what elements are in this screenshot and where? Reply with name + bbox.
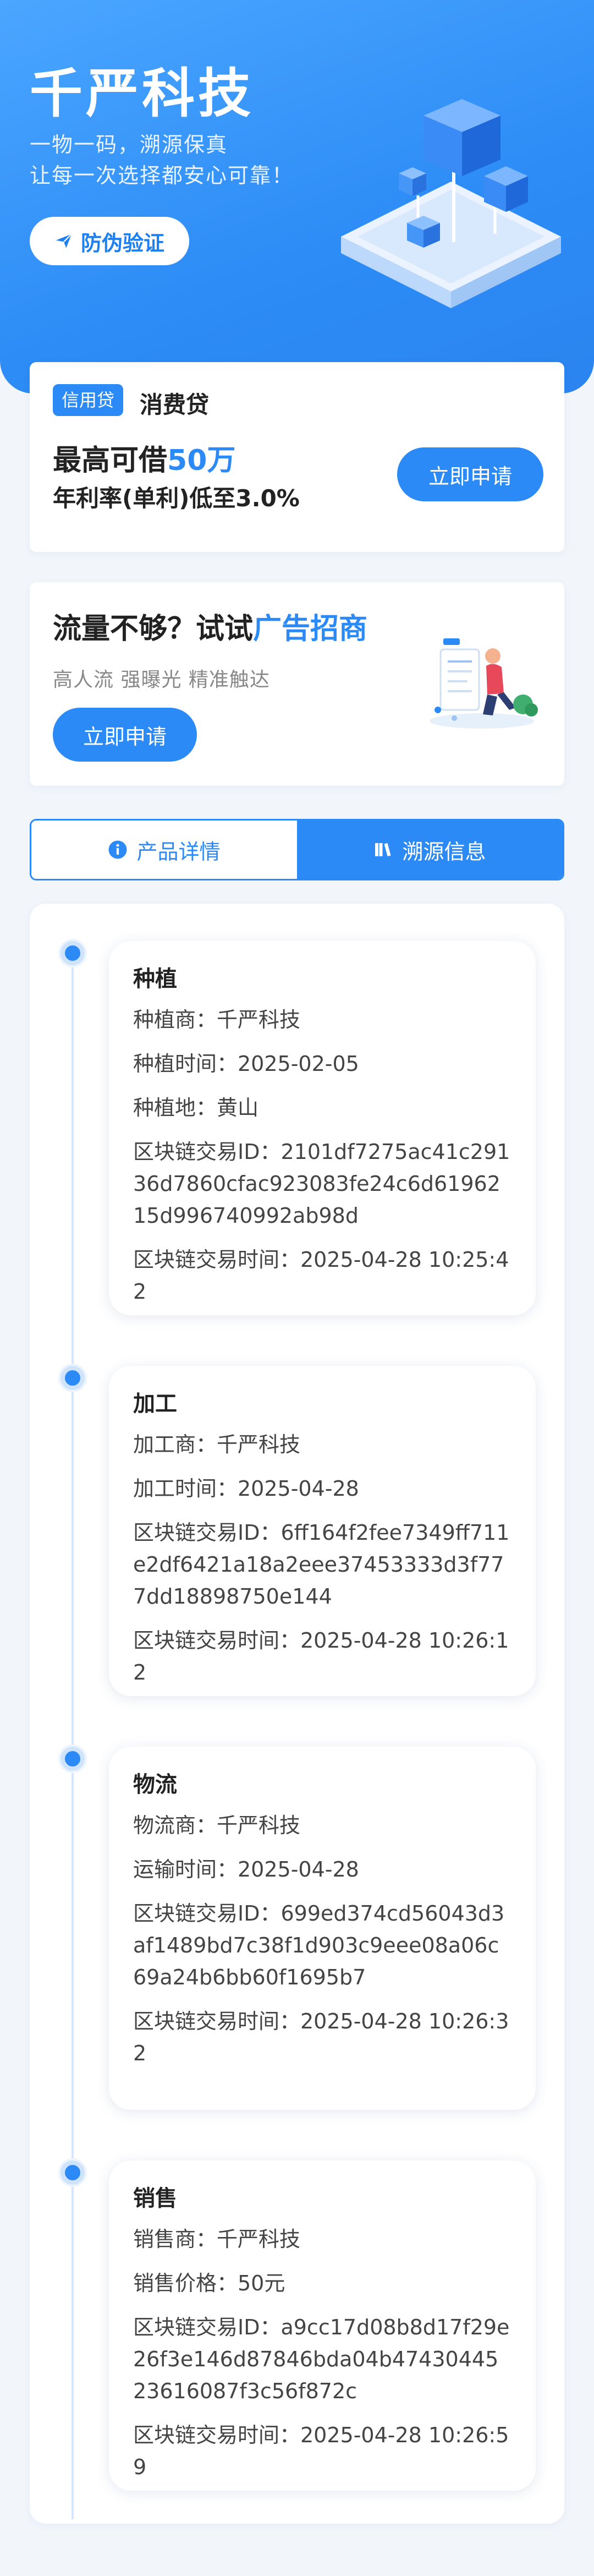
timeline-dot-logistics: [61, 1747, 85, 1771]
trace-field: 区块链交易时间：2025-04-28 10:26:59: [133, 2423, 509, 2479]
trace-field: 物流商：千严科技: [133, 1813, 301, 1837]
trace-field: 区块链交易ID：a9cc17d08b8d17f29e26f3e146d87846…: [133, 2315, 510, 2403]
trace-field: 区块链交易ID：2101df7275ac41c29136d7860cfac923…: [133, 1140, 510, 1228]
timeline-dot-processing: [61, 1366, 85, 1390]
detail-tabs: 产品详情 溯源信息: [30, 819, 564, 880]
trace-field: 区块链交易ID：6ff164f2fee7349ff711e2df6421a18a…: [133, 1521, 510, 1609]
traceability-timeline: 种植 种植商：千严科技 种植时间：2025-02-05 种植地：黄山 区块链交易…: [30, 904, 564, 2524]
book-icon: [375, 843, 391, 856]
trace-card-sales: 销售 销售商：千严科技 销售价格：50元 区块链交易ID：a9cc17d08b8…: [109, 2161, 536, 2491]
trace-field: 销售价格：50元: [133, 2271, 285, 2295]
advertising-illustration: [430, 638, 538, 729]
timeline-line: [72, 956, 74, 2519]
trace-stage-title: 种植: [133, 966, 177, 992]
trace-card-planting: 种植 种植商：千严科技 种植时间：2025-02-05 种植地：黄山 区块链交易…: [109, 941, 536, 1315]
trace-field: 区块链交易时间：2025-04-28 10:26:12: [133, 1628, 509, 1684]
trace-field: 种植商：千严科技: [133, 1008, 301, 1032]
trace-field: 区块链交易时间：2025-04-28 10:25:42: [133, 1248, 509, 1304]
trace-field: 种植时间：2025-02-05: [133, 1052, 359, 1076]
tab-traceability-info-label: 溯源信息: [402, 839, 486, 864]
hero-subtitle-1: 一物一码，溯源保真: [30, 133, 228, 157]
brand-title: 千严科技: [30, 63, 254, 124]
loan-max-amount: 最高可借50万: [53, 444, 236, 477]
trace-card-processing: 加工 加工商：千严科技 加工时间：2025-04-28 区块链交易ID：6ff1…: [109, 1366, 536, 1696]
loan-interest-rate: 年利率(单利)低至3.0%: [53, 485, 300, 512]
timeline-dot-planting: [61, 941, 85, 965]
loan-product-name: 消费贷: [140, 391, 210, 418]
trace-field: 种植地：黄山: [133, 1096, 259, 1120]
tab-traceability-info[interactable]: 溯源信息: [297, 821, 563, 879]
hero-subtitle-2: 让每一次选择都安心可靠！: [30, 163, 294, 188]
send-icon: [56, 233, 72, 248]
trace-card-logistics: 物流 物流商：千严科技 运输时间：2025-04-28 区块链交易ID：699e…: [109, 1747, 536, 2110]
verify-label: 防伪验证: [80, 231, 164, 255]
trace-field: 加工时间：2025-04-28: [133, 1476, 359, 1501]
trace-field: 区块链交易ID：699ed374cd56043d3af1489bd7c38f1d…: [133, 1901, 505, 1989]
trace-field: 销售商：千严科技: [133, 2227, 301, 2251]
anti-counterfeit-verify-button[interactable]: 防伪验证: [30, 217, 189, 265]
ad-title: 流量不够？试试广告招商: [53, 612, 368, 646]
credit-loan-tag: 信用贷: [53, 384, 124, 416]
trace-field: 区块链交易时间：2025-04-28 10:26:32: [133, 2009, 509, 2065]
ad-apply-button[interactable]: 立即申请: [53, 708, 197, 762]
isometric-blocks-illustration: [341, 99, 561, 308]
tab-product-details-label: 产品详情: [136, 839, 221, 864]
ad-subtitle: 高人流 强曝光 精准触达: [53, 669, 270, 691]
loan-apply-button[interactable]: 立即申请: [397, 447, 543, 501]
trace-stage-title: 加工: [133, 1391, 177, 1416]
trace-stage-title: 物流: [133, 1772, 177, 1797]
trace-field: 运输时间：2025-04-28: [133, 1857, 359, 1882]
trace-field: 加工商：千严科技: [133, 1432, 301, 1457]
hero-banner: 千严科技 一物一码，溯源保真 让每一次选择都安心可靠！ 防伪验证: [0, 0, 594, 393]
trace-stage-title: 销售: [133, 2186, 177, 2211]
timeline-dot-sales: [61, 2161, 85, 2185]
ad-recruitment-card: 流量不够？试试广告招商 高人流 强曝光 精准触达 立即申请: [30, 582, 564, 786]
tab-product-details[interactable]: 产品详情: [31, 821, 297, 879]
info-icon: [108, 840, 127, 859]
consumer-loan-card: 信用贷 消费贷 最高可借50万 年利率(单利)低至3.0% 立即申请: [30, 362, 564, 552]
